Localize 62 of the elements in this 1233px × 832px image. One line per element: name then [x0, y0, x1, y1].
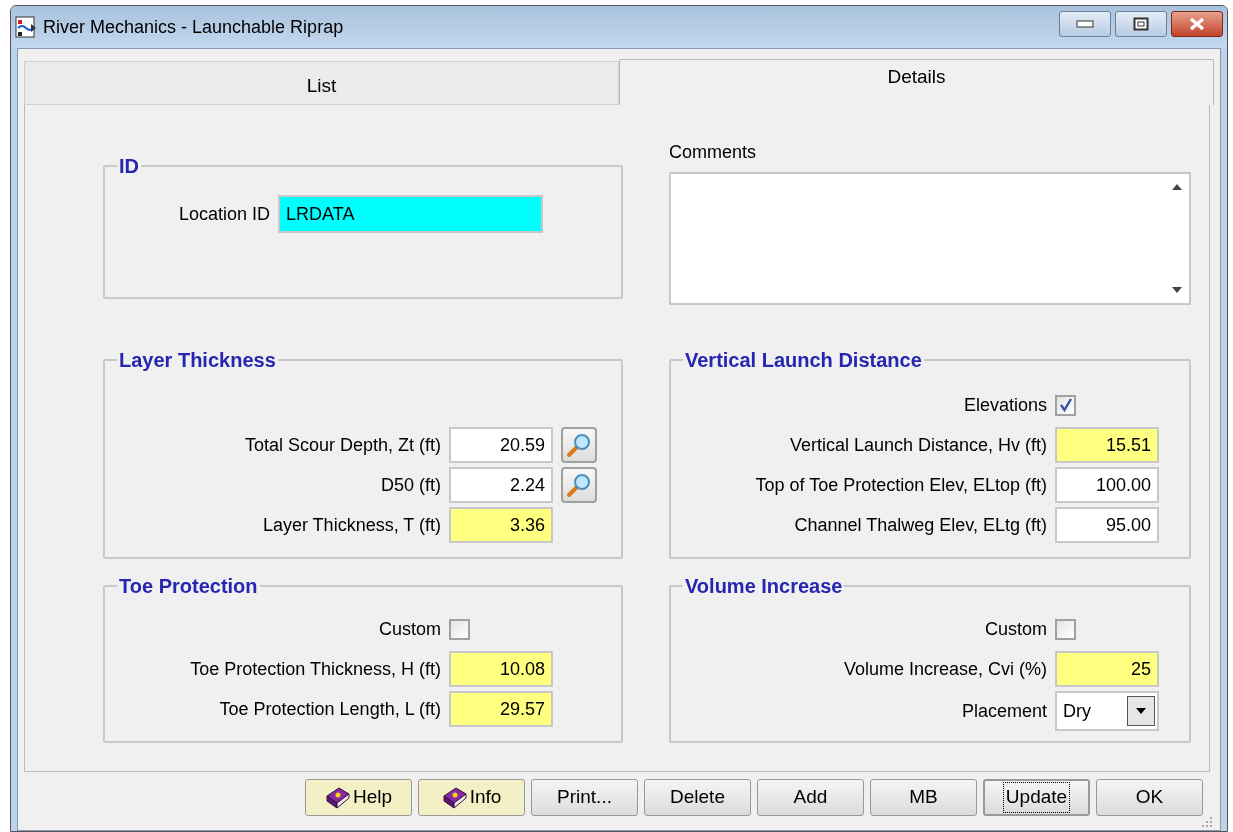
- computed-field[interactable]: 25: [1055, 651, 1159, 687]
- computed-field[interactable]: 3.36: [449, 507, 553, 543]
- action-button[interactable]: MB: [870, 779, 977, 816]
- placement-dropdown[interactable]: Dry: [1055, 691, 1159, 731]
- action-button[interactable]: Update: [983, 779, 1090, 816]
- action-button[interactable]: OK: [1096, 779, 1203, 816]
- computed-field[interactable]: 29.57: [449, 691, 553, 727]
- computed-field[interactable]: 10.08: [449, 651, 553, 687]
- comments-field[interactable]: [669, 172, 1191, 305]
- maximize-icon: [1133, 17, 1149, 31]
- group-title: Volume Increase: [684, 574, 844, 599]
- field-label: D50 (ft): [380, 473, 441, 497]
- checkbox-label: Custom: [378, 617, 441, 641]
- window-title: River Mechanics - Launchable Riprap: [43, 15, 344, 39]
- input-field[interactable]: 20.59: [449, 427, 553, 463]
- input-field[interactable]: 95.00: [1055, 507, 1159, 543]
- group-title: Toe Protection: [118, 574, 259, 599]
- field-label: Toe Protection Thickness, H (ft): [189, 657, 441, 681]
- checkbox[interactable]: [1055, 394, 1076, 416]
- computed-field[interactable]: 15.51: [1055, 427, 1159, 463]
- scroll-up-icon[interactable]: [1172, 184, 1182, 190]
- field-label: Toe Protection Length, L (ft): [218, 697, 441, 721]
- action-button[interactable]: Add: [757, 779, 864, 816]
- location-id-field[interactable]: LRDATA: [278, 195, 544, 233]
- book-icon: [324, 785, 351, 810]
- field-label: Total Scour Depth, Zt (ft): [243, 433, 441, 457]
- tab[interactable]: List: [24, 61, 619, 105]
- checkbox-label: Custom: [984, 617, 1047, 641]
- group-title: ID: [118, 154, 140, 179]
- field-label: Placement: [960, 699, 1047, 723]
- close-button[interactable]: [1171, 11, 1223, 37]
- group-title: Layer Thickness: [118, 348, 277, 373]
- group-title: Vertical Launch Distance: [684, 348, 923, 373]
- scroll-down-icon[interactable]: [1172, 287, 1182, 293]
- checkbox[interactable]: [449, 618, 470, 640]
- action-button[interactable]: Delete: [644, 779, 751, 816]
- book-icon: [441, 785, 468, 810]
- field-label: Channel Thalweg Elev, ELtg (ft): [793, 513, 1047, 537]
- field-label: Location ID: [179, 202, 271, 226]
- action-button[interactable]: Info: [418, 779, 525, 816]
- field-label: Top of Toe Protection Elev, ELtop (ft): [754, 473, 1047, 497]
- minimize-button[interactable]: [1059, 11, 1111, 37]
- minimize-icon: [1076, 20, 1094, 28]
- input-field[interactable]: 2.24: [449, 467, 553, 503]
- input-field[interactable]: 100.00: [1055, 467, 1159, 503]
- app-icon: [15, 16, 37, 38]
- tab[interactable]: Details: [619, 59, 1214, 105]
- field-label: Volume Increase, Cvi (%): [842, 657, 1047, 681]
- field-label: Layer Thickness, T (ft): [261, 513, 441, 537]
- checkbox-label: Elevations: [962, 393, 1047, 417]
- magnifier-icon: [566, 472, 592, 498]
- checkbox[interactable]: [1055, 618, 1076, 640]
- action-button[interactable]: Print...: [531, 779, 638, 816]
- close-icon: [1188, 17, 1206, 31]
- action-button[interactable]: Help: [305, 779, 412, 816]
- resize-grip-icon[interactable]: [1201, 816, 1213, 828]
- field-label: Vertical Launch Distance, Hv (ft): [788, 433, 1047, 457]
- lookup-button[interactable]: [561, 467, 597, 503]
- comments-label: Comments: [669, 141, 758, 164]
- magnifier-icon: [566, 432, 592, 458]
- lookup-button[interactable]: [561, 427, 597, 463]
- maximize-button[interactable]: [1115, 11, 1167, 37]
